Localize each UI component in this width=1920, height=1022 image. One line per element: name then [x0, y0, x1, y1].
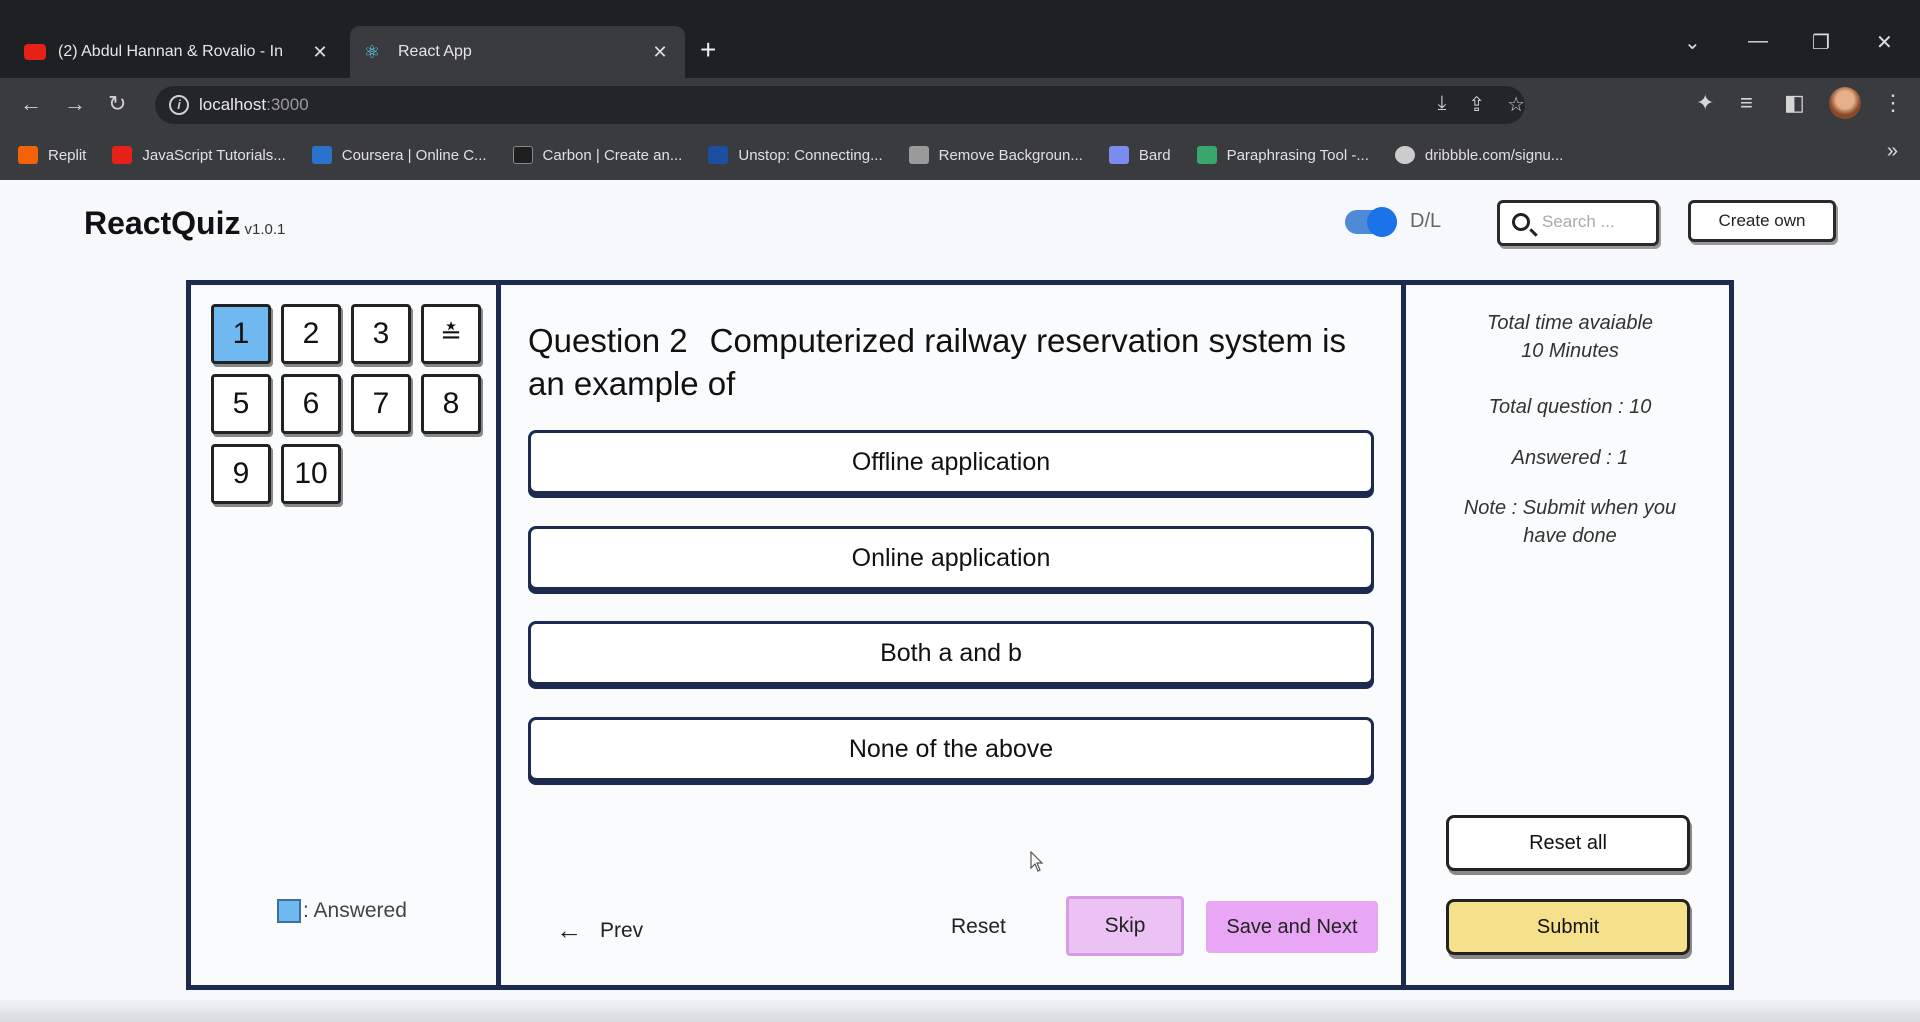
tab-title: React App: [398, 43, 472, 60]
bookmark-javascript-tutorials[interactable]: JavaScript Tutorials...: [112, 146, 286, 164]
version-label: v1.0.1: [244, 221, 286, 238]
question-heading: Question 2 Computerized railway reservati…: [528, 319, 1388, 405]
option-a[interactable]: Offline application: [528, 430, 1374, 494]
profile-avatar[interactable]: [1829, 87, 1861, 119]
reset-button[interactable]: Reset: [951, 915, 1006, 939]
bookmark-bard[interactable]: Bard: [1108, 146, 1171, 164]
answered-count: Answered : 1: [1511, 447, 1629, 469]
option-d[interactable]: None of the above: [528, 717, 1374, 781]
bard-icon: [1108, 146, 1129, 164]
question-button-10[interactable]: 10: [281, 444, 341, 504]
question-palette: 1 2 3 ≛ 5 6 7 8 9 10 : Answered: [191, 285, 501, 985]
carbon-icon: [512, 146, 533, 164]
question-button-5[interactable]: 5: [211, 374, 271, 434]
question-button-6[interactable]: 6: [281, 374, 341, 434]
question-button-1[interactable]: 1: [211, 304, 271, 364]
quiz-info-panel: Total time avaiable 10 Minutes Total que…: [1411, 285, 1729, 985]
address-bar[interactable]: i localhost:3000 ⤓ ⇪ ☆: [155, 86, 1525, 124]
arrow-left-icon: ←: [556, 915, 582, 945]
coursera-icon: [311, 146, 332, 164]
bookmark-carbon[interactable]: Carbon | Create an...: [512, 146, 682, 164]
theme-toggle-label: D/L: [1410, 210, 1442, 232]
close-window-icon[interactable]: ✕: [1876, 30, 1893, 55]
question-button-8[interactable]: 8: [421, 374, 481, 434]
toggle-knob: [1367, 207, 1397, 237]
site-info-icon[interactable]: i: [169, 95, 189, 115]
question-button-4[interactable]: ≛: [421, 304, 481, 364]
close-tab-icon[interactable]: ✕: [309, 42, 331, 63]
share-icon[interactable]: ⇪: [1468, 92, 1485, 117]
question-button-2[interactable]: 2: [281, 304, 341, 364]
search-input[interactable]: [1542, 212, 1654, 232]
reload-icon[interactable]: ↻: [108, 90, 126, 118]
answered-legend: : Answered: [277, 899, 407, 923]
paraphrasing-icon: [1196, 146, 1217, 164]
bookmark-unstop[interactable]: Unstop: Connecting...: [708, 146, 883, 164]
prev-button[interactable]: ← Prev: [556, 915, 643, 946]
browser-tab-react-app[interactable]: ⚛ React App ✕: [350, 26, 685, 78]
submit-note: Note : Submit when you have done: [1463, 497, 1677, 547]
react-icon: ⚛: [364, 42, 381, 62]
remove-bg-icon: [908, 146, 929, 164]
youtube-icon: [24, 44, 46, 60]
tab-search-icon[interactable]: ⌄: [1684, 30, 1701, 55]
mouse-cursor-icon: [1030, 851, 1044, 872]
search-icon: [1512, 213, 1530, 231]
page-bottom-edge: [0, 1000, 1920, 1022]
question-button-9[interactable]: 9: [211, 444, 271, 504]
forward-icon[interactable]: →: [64, 90, 86, 118]
url-text: localhost:3000: [199, 95, 309, 114]
submit-button[interactable]: Submit: [1446, 899, 1690, 955]
globe-icon: [1394, 146, 1415, 164]
question-button-3[interactable]: 3: [351, 304, 411, 364]
new-tab-button[interactable]: +: [700, 32, 716, 68]
bookmark-coursera[interactable]: Coursera | Online C...: [311, 146, 487, 164]
menu-kebab-icon[interactable]: ⋮: [1882, 90, 1904, 116]
bookmark-replit[interactable]: Replit: [18, 146, 86, 164]
youtube-icon: [112, 146, 133, 164]
omnibox-actions: ⤓ ⇪ ☆: [1437, 92, 1525, 117]
time-available: Total time avaiable 10 Minutes: [1486, 312, 1654, 362]
close-tab-icon[interactable]: ✕: [649, 42, 671, 63]
question-number-grid: 1 2 3 ≛ 5 6 7 8 9 10: [211, 304, 481, 504]
question-number: Question 2: [528, 322, 688, 359]
answered-swatch: [277, 899, 301, 923]
install-icon[interactable]: ⤓: [1437, 92, 1446, 117]
quiz-panel: 1 2 3 ≛ 5 6 7 8 9 10 : Answered Question…: [186, 280, 1734, 990]
reading-list-icon[interactable]: ≡: [1740, 90, 1753, 116]
replit-icon: [18, 146, 38, 164]
tab-title: (2) Abdul Hannan & Rovalio - In: [58, 43, 284, 60]
minimize-icon[interactable]: —: [1748, 30, 1768, 53]
bookmark-dribbble[interactable]: dribbble.com/signu...: [1394, 146, 1563, 164]
extensions-icon[interactable]: ✦: [1696, 90, 1714, 116]
restore-icon[interactable]: ❐: [1812, 30, 1830, 55]
theme-toggle[interactable]: [1345, 207, 1397, 237]
bookmarks-bar: Replit JavaScript Tutorials... Coursera …: [0, 130, 1920, 180]
bookmark-remove-background[interactable]: Remove Backgroun...: [908, 146, 1083, 164]
reset-all-button[interactable]: Reset all: [1446, 815, 1690, 871]
question-button-7[interactable]: 7: [351, 374, 411, 434]
search-box[interactable]: [1497, 200, 1659, 246]
question-area: Question 2 Computerized railway reservati…: [501, 285, 1406, 985]
bookmark-paraphrasing-tool[interactable]: Paraphrasing Tool -...: [1196, 146, 1369, 164]
total-questions: Total question : 10: [1488, 396, 1652, 418]
legend-label: : Answered: [303, 899, 407, 922]
bookmarks-overflow-icon[interactable]: »: [1887, 140, 1898, 163]
option-c[interactable]: Both a and b: [528, 621, 1374, 685]
option-b[interactable]: Online application: [528, 526, 1374, 590]
skip-button[interactable]: Skip: [1066, 896, 1184, 956]
unstop-icon: [708, 146, 729, 164]
save-and-next-button[interactable]: Save and Next: [1206, 901, 1378, 953]
back-icon[interactable]: ←: [20, 90, 42, 118]
side-panel-icon[interactable]: ◧: [1784, 90, 1805, 116]
app-logo: ReactQuiz v1.0.1: [84, 205, 286, 241]
browser-tab-youtube[interactable]: (2) Abdul Hannan & Rovalio - In ✕: [10, 26, 345, 78]
bookmark-star-icon[interactable]: ☆: [1507, 92, 1525, 117]
question-4-glyph: ≛: [440, 318, 462, 349]
create-own-button[interactable]: Create own: [1688, 200, 1836, 242]
